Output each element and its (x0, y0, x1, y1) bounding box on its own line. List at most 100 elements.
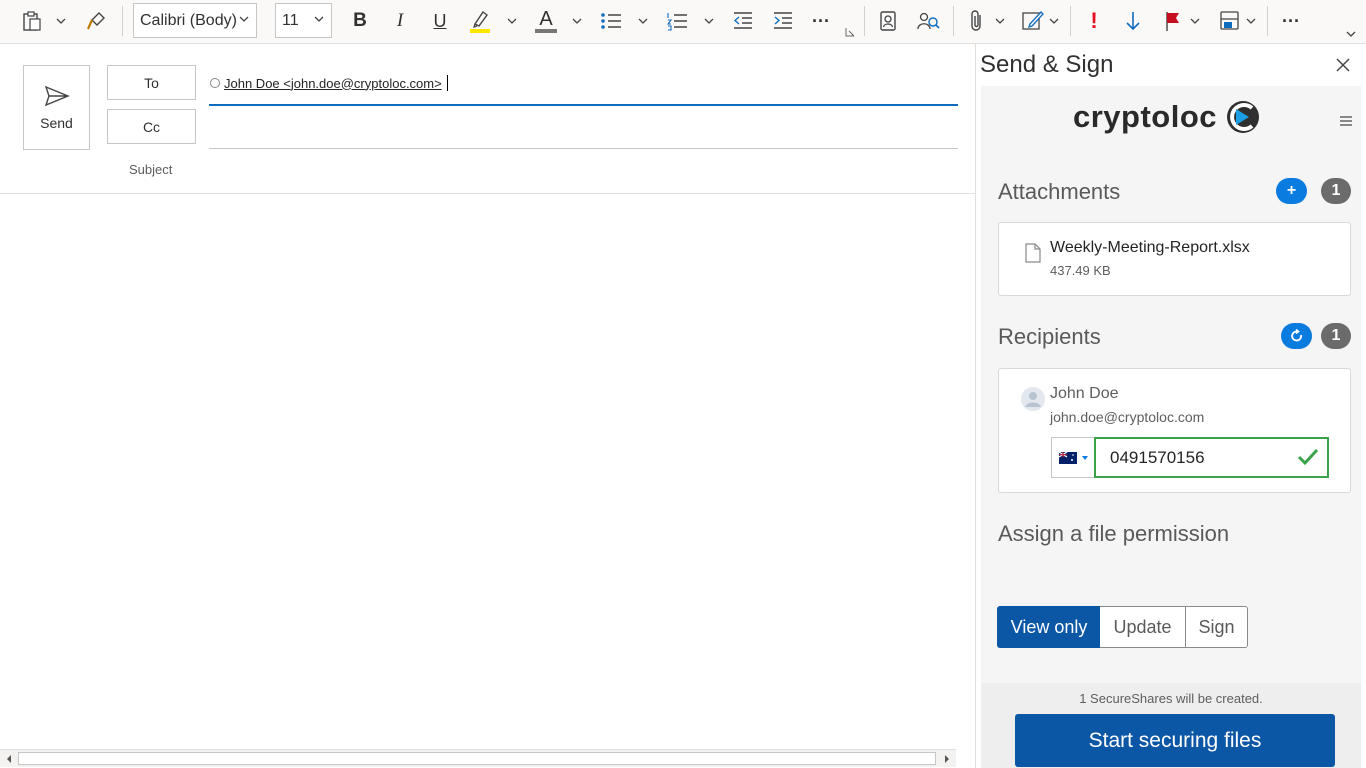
signature-button[interactable] (1018, 4, 1048, 38)
horizontal-scrollbar[interactable] (0, 749, 956, 767)
scroll-left-button[interactable] (0, 750, 18, 767)
refresh-recipients-button[interactable] (1281, 323, 1312, 349)
flag-icon (1166, 12, 1179, 31)
high-importance-button[interactable]: ! (1082, 4, 1106, 38)
scroll-right-button[interactable] (938, 750, 956, 767)
permission-option-label: View only (1010, 616, 1088, 637)
format-painter-button[interactable] (80, 4, 112, 38)
indent-icon (774, 12, 792, 29)
pane-footer: 1 SecureShares will be created. Start se… (981, 683, 1361, 768)
signature-dropdown[interactable] (1046, 4, 1062, 38)
pane-title: Send & Sign (980, 51, 1114, 78)
subject-field-label: Subject (129, 162, 173, 177)
paste-button[interactable] (14, 4, 50, 38)
secureshares-info: 1 SecureShares will be created. (1079, 691, 1263, 706)
flag-button[interactable] (1160, 4, 1186, 38)
add-attachment-button[interactable]: + (1276, 178, 1307, 204)
permission-update-button[interactable]: Update (1100, 606, 1186, 648)
numbered-list-icon (666, 13, 687, 31)
phone-number-input[interactable]: 0491570156 (1094, 437, 1329, 478)
hamburger-icon (1340, 116, 1352, 126)
outlook-compose-window: Calibri (Body) 11 B I U A ··· ! ··· Send… (0, 0, 1366, 768)
font-size-value: 11 (282, 11, 299, 29)
chevron-down-icon (1190, 18, 1200, 24)
to-recipient-chip[interactable]: John Doe <john.doe@cryptoloc.com> (224, 76, 442, 91)
font-color-label: A (539, 8, 553, 30)
bold-button[interactable]: B (346, 4, 374, 38)
check-names-icon (917, 12, 940, 30)
send-sign-dropdown[interactable] (1243, 4, 1259, 38)
chevron-down-icon (704, 18, 714, 24)
bold-label: B (353, 10, 367, 31)
attach-file-button[interactable] (962, 4, 992, 38)
underline-button[interactable]: U (426, 4, 454, 38)
address-book-button[interactable] (873, 4, 903, 38)
scrollbar-thumb[interactable] (18, 752, 936, 765)
font-color-dropdown[interactable] (568, 4, 586, 38)
font-name-select[interactable]: Calibri (Body) (133, 3, 257, 38)
importance-label: ! (1090, 8, 1098, 33)
cc-button[interactable]: Cc (107, 109, 196, 144)
start-securing-button[interactable]: Start securing files (1015, 714, 1335, 767)
menu-button[interactable] (1339, 114, 1353, 133)
cc-field[interactable] (209, 148, 958, 149)
chevron-down-icon (314, 16, 324, 22)
avatar-icon (1021, 387, 1045, 411)
dialog-launcher-icon (845, 28, 855, 37)
chevron-down-icon (572, 18, 582, 24)
attachments-heading: Attachments (998, 179, 1121, 204)
ribbon-divider (1267, 6, 1268, 36)
low-importance-button[interactable] (1120, 4, 1146, 38)
file-icon (1025, 243, 1041, 263)
dialog-launcher-button[interactable] (843, 24, 857, 40)
close-pane-button[interactable] (1334, 56, 1352, 74)
chevron-down-icon (995, 18, 1005, 24)
to-field[interactable]: John Doe <john.doe@cryptoloc.com> (210, 75, 448, 91)
addin-content: cryptoloc Attachments + 1 Weekly-Meeting… (981, 86, 1361, 768)
font-color-button[interactable]: A (531, 4, 561, 38)
expand-ribbon-button[interactable] (1342, 26, 1360, 42)
recipients-count: 1 (1331, 327, 1341, 344)
send-button[interactable]: Send (23, 65, 90, 150)
highlight-dropdown[interactable] (503, 4, 521, 38)
bullet-list-icon (601, 13, 621, 29)
presence-icon (210, 78, 220, 88)
recipient-email: john.doe@cryptoloc.com (1050, 409, 1205, 425)
ribbon-divider (1070, 6, 1071, 36)
permission-option-label: Sign (1198, 616, 1235, 637)
more-options-button[interactable]: ··· (1276, 4, 1306, 38)
decrease-indent-button[interactable] (728, 4, 758, 38)
chevron-down-icon (1246, 18, 1256, 24)
attach-dropdown[interactable] (992, 4, 1008, 38)
permission-sign-button[interactable]: Sign (1185, 606, 1248, 648)
chevron-down-icon (638, 18, 648, 24)
more-label: ··· (812, 10, 830, 31)
font-color-bar (535, 29, 557, 33)
attachment-size: 437.49 KB (1050, 263, 1111, 278)
country-code-select[interactable] (1051, 437, 1095, 478)
font-size-select[interactable]: 11 (275, 3, 332, 38)
italic-button[interactable]: I (386, 4, 414, 38)
highlight-button[interactable] (465, 4, 495, 38)
flag-dropdown[interactable] (1187, 4, 1203, 38)
send-sign-addin-button[interactable] (1215, 4, 1245, 38)
to-button[interactable]: To (107, 65, 196, 100)
logo-text: cryptoloc (1073, 99, 1218, 134)
bullets-button[interactable] (596, 4, 626, 38)
cryptoloc-logo: cryptoloc (1073, 99, 1261, 135)
chevron-down-icon (507, 18, 517, 24)
permission-view-only-button[interactable]: View only (997, 606, 1101, 648)
arrow-down-icon (1126, 12, 1140, 31)
paperclip-icon (971, 10, 981, 31)
bullets-dropdown[interactable] (634, 4, 652, 38)
more-formatting-button[interactable]: ··· (806, 4, 836, 38)
numbering-button[interactable] (662, 4, 692, 38)
ribbon-divider (864, 6, 865, 36)
numbering-dropdown[interactable] (700, 4, 718, 38)
check-names-button[interactable] (912, 4, 944, 38)
phone-number-value: 0491570156 (1110, 447, 1205, 467)
message-body[interactable] (0, 194, 975, 748)
permission-option-label: Update (1113, 616, 1172, 637)
increase-indent-button[interactable] (768, 4, 798, 38)
paste-dropdown[interactable] (52, 4, 70, 38)
